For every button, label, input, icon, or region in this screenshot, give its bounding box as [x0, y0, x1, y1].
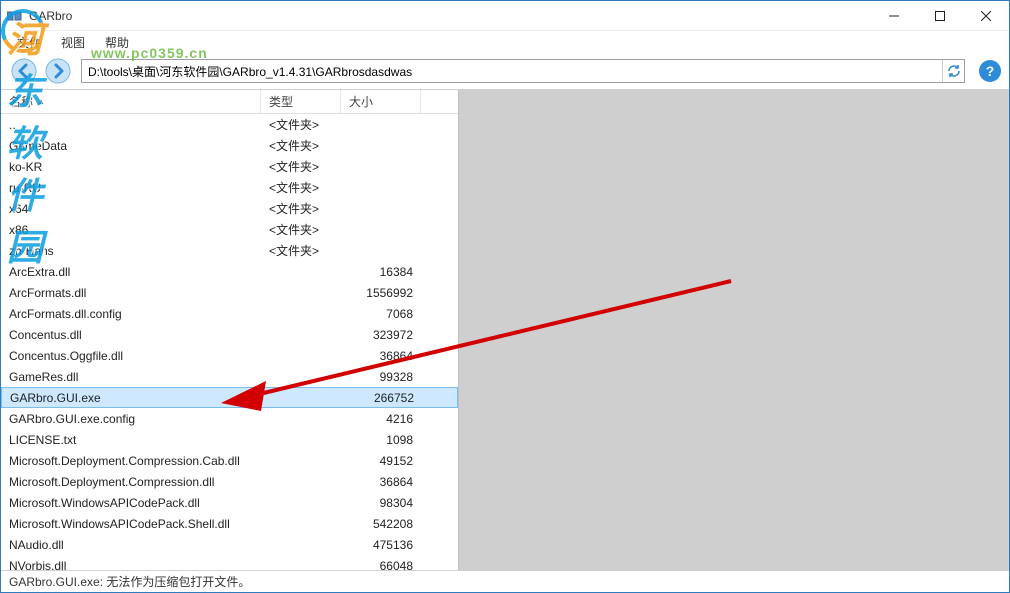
nav-back-button[interactable] — [9, 56, 39, 86]
file-name-cell: ArcExtra.dll — [1, 265, 261, 279]
status-bar: GARbro.GUI.exe: 无法作为压缩包打开文件。 — [1, 570, 1009, 592]
column-headers: 名称▲ 类型 大小 — [1, 90, 458, 114]
app-icon — [7, 10, 23, 22]
file-size-cell: 266752 — [342, 391, 422, 405]
file-size-cell: 7068 — [341, 307, 421, 321]
file-row[interactable]: Concentus.dll 323972 — [1, 324, 458, 345]
menu-view[interactable]: 视图 — [53, 32, 93, 53]
menu-help[interactable]: 帮助 — [97, 32, 137, 53]
file-row[interactable]: NAudio.dll 475136 — [1, 534, 458, 555]
sort-asc-icon: ▲ — [37, 97, 45, 106]
column-spacer — [421, 90, 458, 113]
file-row[interactable]: LICENSE.txt 1098 — [1, 429, 458, 450]
file-row[interactable]: Microsoft.Deployment.Compression.dll 3686… — [1, 471, 458, 492]
file-size-cell: 542208 — [341, 517, 421, 531]
address-bar — [81, 59, 965, 83]
file-size-cell: 4216 — [341, 412, 421, 426]
file-type-cell: <文件夹> — [261, 242, 341, 259]
file-size-cell: 16384 — [341, 265, 421, 279]
file-name-cell: Microsoft.WindowsAPICodePack.dll — [1, 496, 261, 510]
file-name-cell: Concentus.dll — [1, 328, 261, 342]
file-type-cell: <文件夹> — [261, 221, 341, 238]
file-size-cell: 99328 — [341, 370, 421, 384]
file-row[interactable]: Microsoft.WindowsAPICodePack.dll 98304 — [1, 492, 458, 513]
file-name-cell: Concentus.Oggfile.dll — [1, 349, 261, 363]
file-name-cell: ArcFormats.dll.config — [1, 307, 261, 321]
file-name-cell: Microsoft.WindowsAPICodePack.Shell.dll — [1, 517, 261, 531]
file-row[interactable]: Microsoft.WindowsAPICodePack.Shell.dll 54… — [1, 513, 458, 534]
file-name-cell: x64 — [1, 202, 261, 216]
file-name-cell: NVorbis.dll — [1, 559, 261, 571]
toolbar: ? — [1, 53, 1009, 89]
minimize-button[interactable] — [871, 1, 917, 30]
file-list-pane: 名称▲ 类型 大小 ..<文件夹>GameData<文件夹>ko-KR<文件夹>… — [1, 90, 459, 570]
app-window: GARbro 文件 视图 帮助 ? 名称▲ — [0, 0, 1010, 593]
file-type-cell: <文件夹> — [261, 179, 341, 196]
file-name-cell: x86 — [1, 223, 261, 237]
help-button[interactable]: ? — [979, 60, 1001, 82]
file-list[interactable]: ..<文件夹>GameData<文件夹>ko-KR<文件夹>ru-RU<文件夹>… — [1, 114, 458, 570]
file-row[interactable]: x64<文件夹> — [1, 198, 458, 219]
maximize-button[interactable] — [917, 1, 963, 30]
title-bar: GARbro — [1, 1, 1009, 31]
column-size[interactable]: 大小 — [341, 90, 421, 113]
file-name-cell: ArcFormats.dll — [1, 286, 261, 300]
file-row[interactable]: ..<文件夹> — [1, 114, 458, 135]
file-name-cell: Microsoft.Deployment.Compression.Cab.dll — [1, 454, 261, 468]
file-name-cell: GameRes.dll — [1, 370, 261, 384]
file-name-cell: GameData — [1, 139, 261, 153]
file-name-cell: ru-RU — [1, 181, 261, 195]
file-size-cell: 49152 — [341, 454, 421, 468]
file-row[interactable]: GARbro.GUI.exe.config 4216 — [1, 408, 458, 429]
main-body: 名称▲ 类型 大小 ..<文件夹>GameData<文件夹>ko-KR<文件夹>… — [1, 89, 1009, 570]
file-name-cell: ko-KR — [1, 160, 261, 174]
nav-forward-button[interactable] — [43, 56, 73, 86]
file-name-cell: .. — [1, 118, 261, 132]
file-size-cell: 1556992 — [341, 286, 421, 300]
window-controls — [871, 1, 1009, 30]
refresh-button[interactable] — [942, 60, 964, 82]
file-name-cell: GARbro.GUI.exe — [2, 391, 262, 405]
preview-pane — [459, 90, 1009, 570]
file-size-cell: 36864 — [341, 475, 421, 489]
file-row[interactable]: GameRes.dll 99328 — [1, 366, 458, 387]
file-size-cell: 66048 — [341, 559, 421, 571]
file-size-cell: 323972 — [341, 328, 421, 342]
path-input[interactable] — [82, 60, 942, 82]
file-row[interactable]: ru-RU<文件夹> — [1, 177, 458, 198]
file-row[interactable]: Concentus.Oggfile.dll 36864 — [1, 345, 458, 366]
file-row[interactable]: Microsoft.Deployment.Compression.Cab.dll… — [1, 450, 458, 471]
file-type-cell: <文件夹> — [261, 137, 341, 154]
file-row[interactable]: ArcFormats.dll.config 7068 — [1, 303, 458, 324]
status-text: GARbro.GUI.exe: 无法作为压缩包打开文件。 — [9, 573, 250, 590]
file-name-cell: LICENSE.txt — [1, 433, 261, 447]
file-type-cell: <文件夹> — [261, 116, 341, 133]
file-size-cell: 98304 — [341, 496, 421, 510]
menu-bar: 文件 视图 帮助 — [1, 31, 1009, 53]
file-size-cell: 36864 — [341, 349, 421, 363]
column-name[interactable]: 名称▲ — [1, 90, 261, 113]
file-row[interactable]: ArcExtra.dll 16384 — [1, 261, 458, 282]
file-row[interactable]: zh-Hans<文件夹> — [1, 240, 458, 261]
file-size-cell: 475136 — [341, 538, 421, 552]
file-row[interactable]: GARbro.GUI.exe 266752 — [1, 387, 458, 408]
file-type-cell: <文件夹> — [261, 200, 341, 217]
file-row[interactable]: ko-KR<文件夹> — [1, 156, 458, 177]
file-row[interactable]: x86<文件夹> — [1, 219, 458, 240]
file-name-cell: NAudio.dll — [1, 538, 261, 552]
menu-file[interactable]: 文件 — [9, 32, 49, 53]
file-row[interactable]: GameData<文件夹> — [1, 135, 458, 156]
file-name-cell: Microsoft.Deployment.Compression.dll — [1, 475, 261, 489]
window-title: GARbro — [29, 9, 72, 23]
close-button[interactable] — [963, 1, 1009, 30]
file-name-cell: zh-Hans — [1, 244, 261, 258]
file-size-cell: 1098 — [341, 433, 421, 447]
file-row[interactable]: NVorbis.dll 66048 — [1, 555, 458, 570]
file-type-cell: <文件夹> — [261, 158, 341, 175]
column-type[interactable]: 类型 — [261, 90, 341, 113]
file-row[interactable]: ArcFormats.dll 1556992 — [1, 282, 458, 303]
file-name-cell: GARbro.GUI.exe.config — [1, 412, 261, 426]
